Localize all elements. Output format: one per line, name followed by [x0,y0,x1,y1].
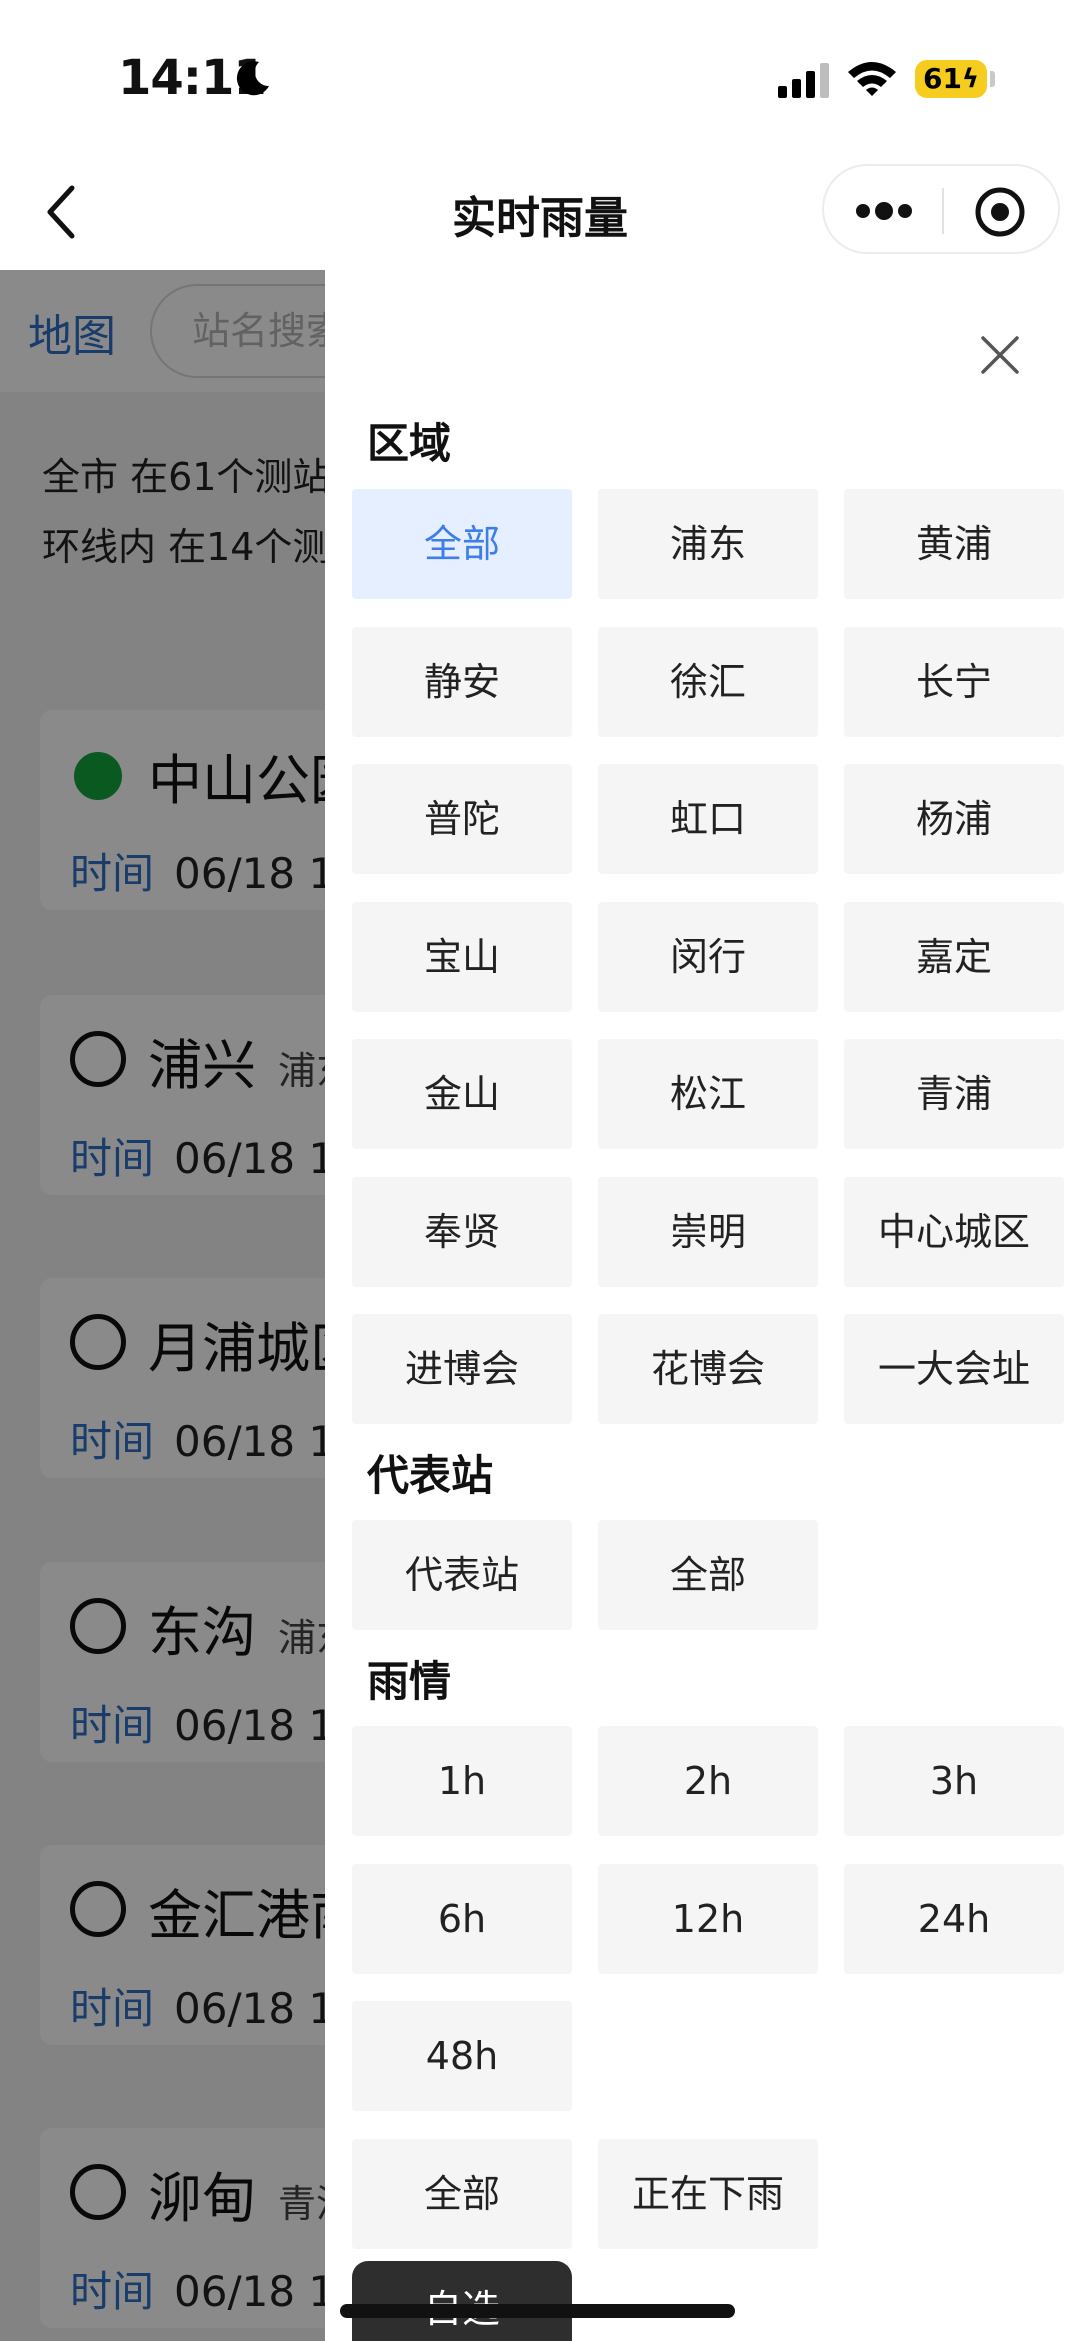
region-chip[interactable]: 杨浦 [844,764,1064,874]
region-chip[interactable]: 静安 [352,627,572,737]
rain-period-chip[interactable]: 48h [352,2001,572,2111]
region-chip[interactable]: 崇明 [598,1177,818,1287]
region-chip[interactable]: 松江 [598,1039,818,1149]
mini-program-capsule [822,164,1060,254]
region-chip[interactable]: 浦东 [598,489,818,599]
cellular-signal-icon [778,63,829,98]
battery-cap [990,71,995,87]
region-chip[interactable]: 宝山 [352,902,572,1012]
rain-period-chip[interactable]: 1h [352,1726,572,1836]
region-chip[interactable]: 奉贤 [352,1177,572,1287]
rain-status-chip-all[interactable]: 全部 [352,2139,572,2249]
region-chip[interactable]: 中心城区 [844,1177,1064,1287]
modal-overlay[interactable] [0,270,330,2341]
rain-period-chip[interactable]: 12h [598,1864,818,1974]
close-icon[interactable] [975,330,1025,380]
region-chip-all[interactable]: 全部 [352,489,572,599]
rain-period-chip[interactable]: 24h [844,1864,1064,1974]
rain-period-chip[interactable]: 3h [844,1726,1064,1836]
close-miniprogram-icon[interactable] [974,186,1026,238]
rain-section-title: 雨情 [367,1657,452,1706]
region-chip[interactable]: 嘉定 [844,902,1064,1012]
region-chip[interactable]: 青浦 [844,1039,1064,1149]
battery-level: 61 [923,62,962,95]
region-section-title: 区域 [367,419,452,468]
station-chip-all[interactable]: 全部 [598,1520,818,1630]
region-chip[interactable]: 一大会址 [844,1314,1064,1424]
region-chip[interactable]: 长宁 [844,627,1064,737]
region-chip[interactable]: 虹口 [598,764,818,874]
station-section-title: 代表站 [367,1451,494,1500]
region-chip[interactable]: 花博会 [598,1314,818,1424]
region-chip[interactable]: 普陀 [352,764,572,874]
region-chip[interactable]: 进博会 [352,1314,572,1424]
battery-indicator: 61 ϟ [915,60,987,98]
filter-drawer: 区域 全部 浦东 黄浦 静安 徐汇 长宁 普陀 虹口 杨浦 宝山 闵行 嘉定 金… [325,270,1080,2341]
region-chip[interactable]: 闵行 [598,902,818,1012]
charging-bolt-icon: ϟ [961,64,979,94]
region-chip[interactable]: 金山 [352,1039,572,1149]
more-dots-icon[interactable] [854,196,914,226]
rain-status-chip-raining[interactable]: 正在下雨 [598,2139,818,2249]
custom-select-button[interactable]: 自选 [352,2261,572,2341]
region-chip[interactable]: 黄浦 [844,489,1064,599]
rain-period-chip[interactable]: 6h [352,1864,572,1974]
region-chip[interactable]: 徐汇 [598,627,818,737]
rain-period-chip[interactable]: 2h [598,1726,818,1836]
wifi-icon [848,62,896,96]
home-indicator [340,2304,735,2318]
nav-bar: 实时雨量 [0,160,1080,270]
status-bar: 14:11 61 ϟ [0,0,1080,160]
moon-icon [236,61,269,96]
capsule-divider [942,188,944,234]
station-chip-representative[interactable]: 代表站 [352,1520,572,1630]
